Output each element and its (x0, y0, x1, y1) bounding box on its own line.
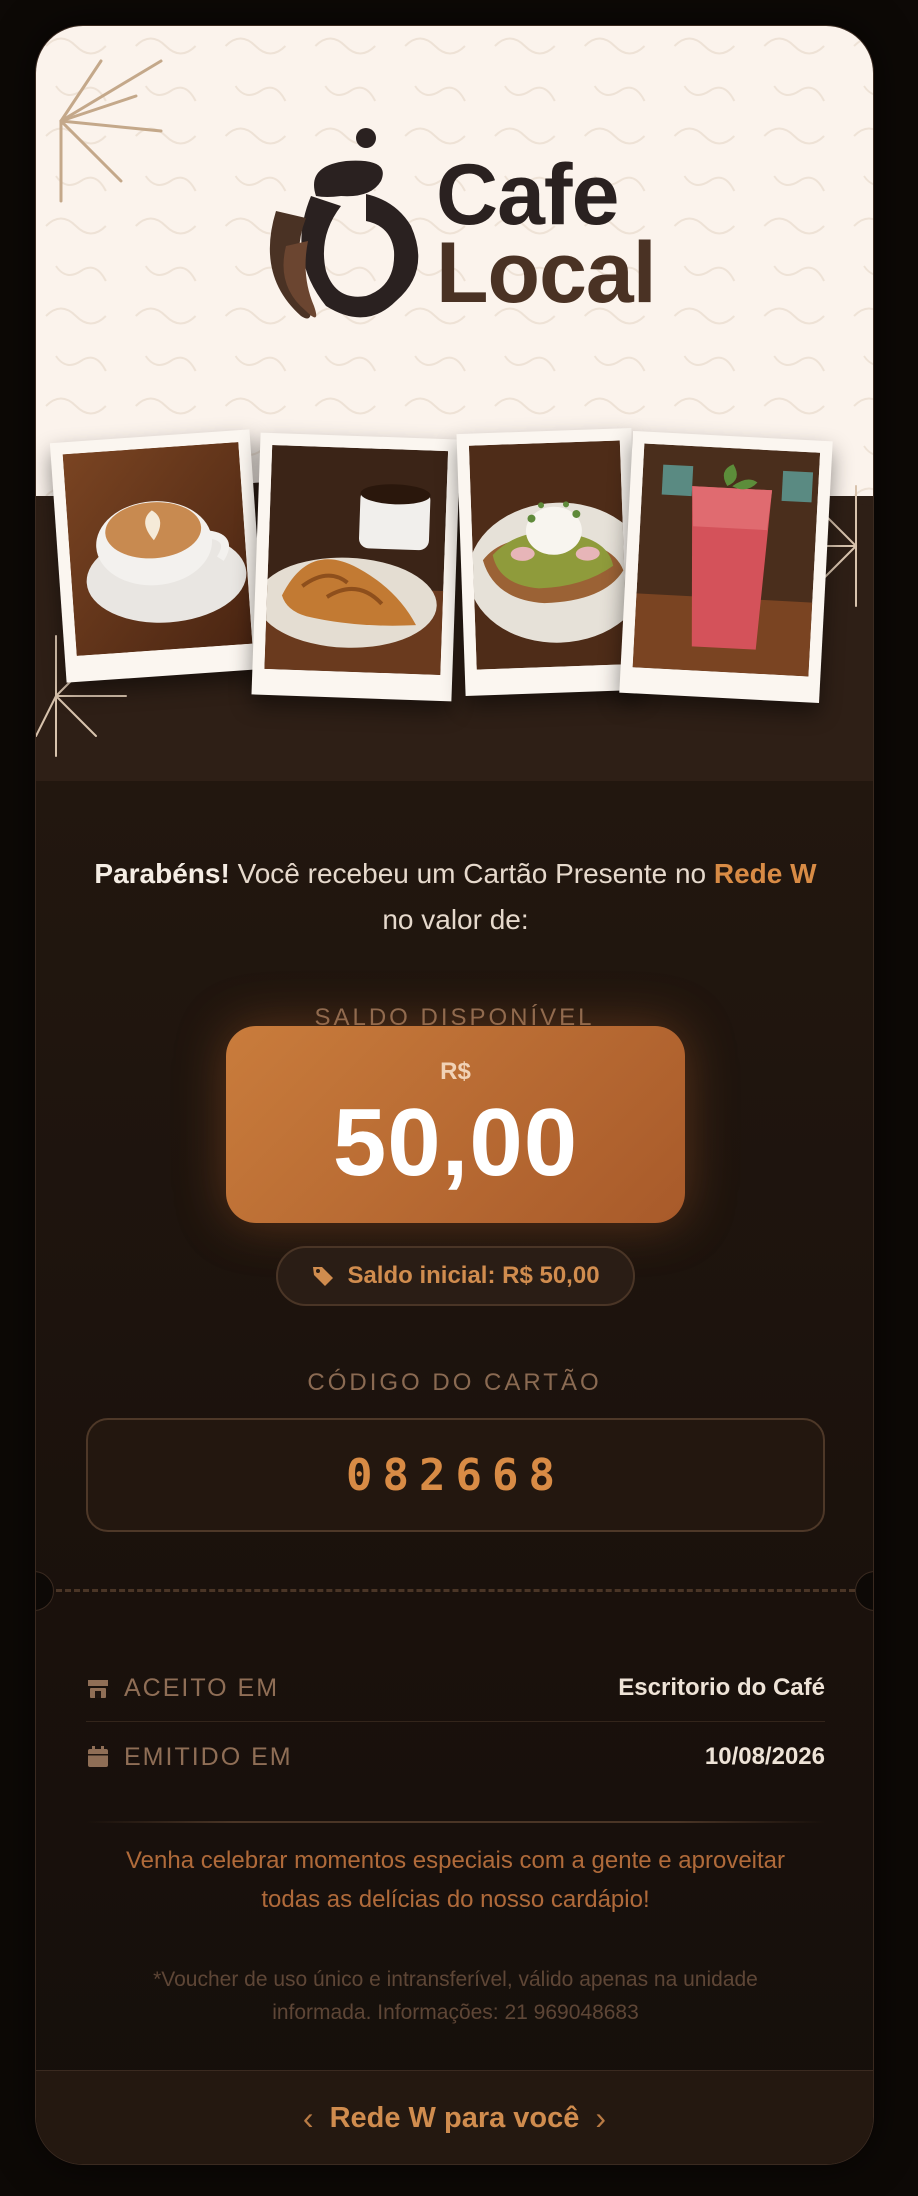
brand-name-line1: Cafe (436, 147, 619, 243)
croissant-photo (251, 432, 461, 702)
chevron-left-icon: ‹ (302, 2100, 314, 2136)
store-icon (88, 1680, 108, 1698)
ticket-notch-left (36, 1571, 54, 1611)
initial-balance-text: Saldo inicial: R$ 50,00 (347, 1262, 600, 1289)
calendar-icon (88, 1746, 108, 1767)
card-code-label: CÓDIGO DO CARTÃO (307, 1369, 602, 1396)
fine-print: *Voucher de uso único e intransferível, … (153, 1968, 758, 2024)
firework-spark-icon (59, 59, 163, 203)
smoothie-photo (619, 430, 833, 704)
intro-text-before: Você recebeu um Cartão Presente no (229, 858, 714, 889)
accepted-at-row: ACEITO EM Escritorio do Café (86, 1658, 825, 1718)
card-code-box[interactable]: 082668 (86, 1418, 825, 1532)
card-code-value: 082668 (346, 1449, 565, 1501)
brand-name-line2: Local (436, 225, 657, 321)
intro-text-after: no valor de: (382, 904, 529, 935)
issued-label: EMITIDO EM (124, 1742, 293, 1771)
ticket-notch-right (855, 1571, 873, 1611)
hero-banner: Cafe Local (36, 26, 873, 781)
accepted-label: ACEITO EM (124, 1673, 280, 1702)
balance-box: R$ 50,00 (226, 1026, 685, 1223)
balance-currency: R$ (440, 1058, 471, 1085)
avocado-toast-photo (456, 428, 641, 696)
section-divider (86, 1821, 825, 1823)
chevron-right-icon: › (595, 2100, 607, 2136)
perforation-divider (56, 1589, 855, 1592)
network-name: Rede W (713, 858, 817, 889)
row-divider (86, 1721, 825, 1722)
latte-photo (49, 429, 267, 683)
balance-value: 50,00 (332, 1089, 579, 1196)
card-body: Parabéns! Você recebeu um Cartão Present… (36, 781, 873, 2164)
tag-icon (313, 1267, 334, 1286)
brand-name: Cafe Local (436, 147, 657, 321)
issued-at-row: EMITIDO EM 10/08/2026 (86, 1727, 825, 1787)
intro-message: Parabéns! Você recebeu um Cartão Present… (86, 851, 825, 943)
initial-balance-pill: Saldo inicial: R$ 50,00 (276, 1246, 635, 1306)
accepted-value: Escritorio do Café (618, 1674, 825, 1701)
congrats-text: Parabéns! (94, 858, 230, 889)
gift-card: Cafe Local Parabéns! Você recebeu um Car… (35, 25, 874, 2165)
issued-value: 10/08/2026 (704, 1743, 825, 1770)
promo-text: Venha celebrar momentos especiais com a … (125, 1847, 786, 1913)
footer-text: Rede W para você (329, 2102, 580, 2134)
footer-banner[interactable]: ‹ Rede W para você › (36, 2070, 873, 2164)
